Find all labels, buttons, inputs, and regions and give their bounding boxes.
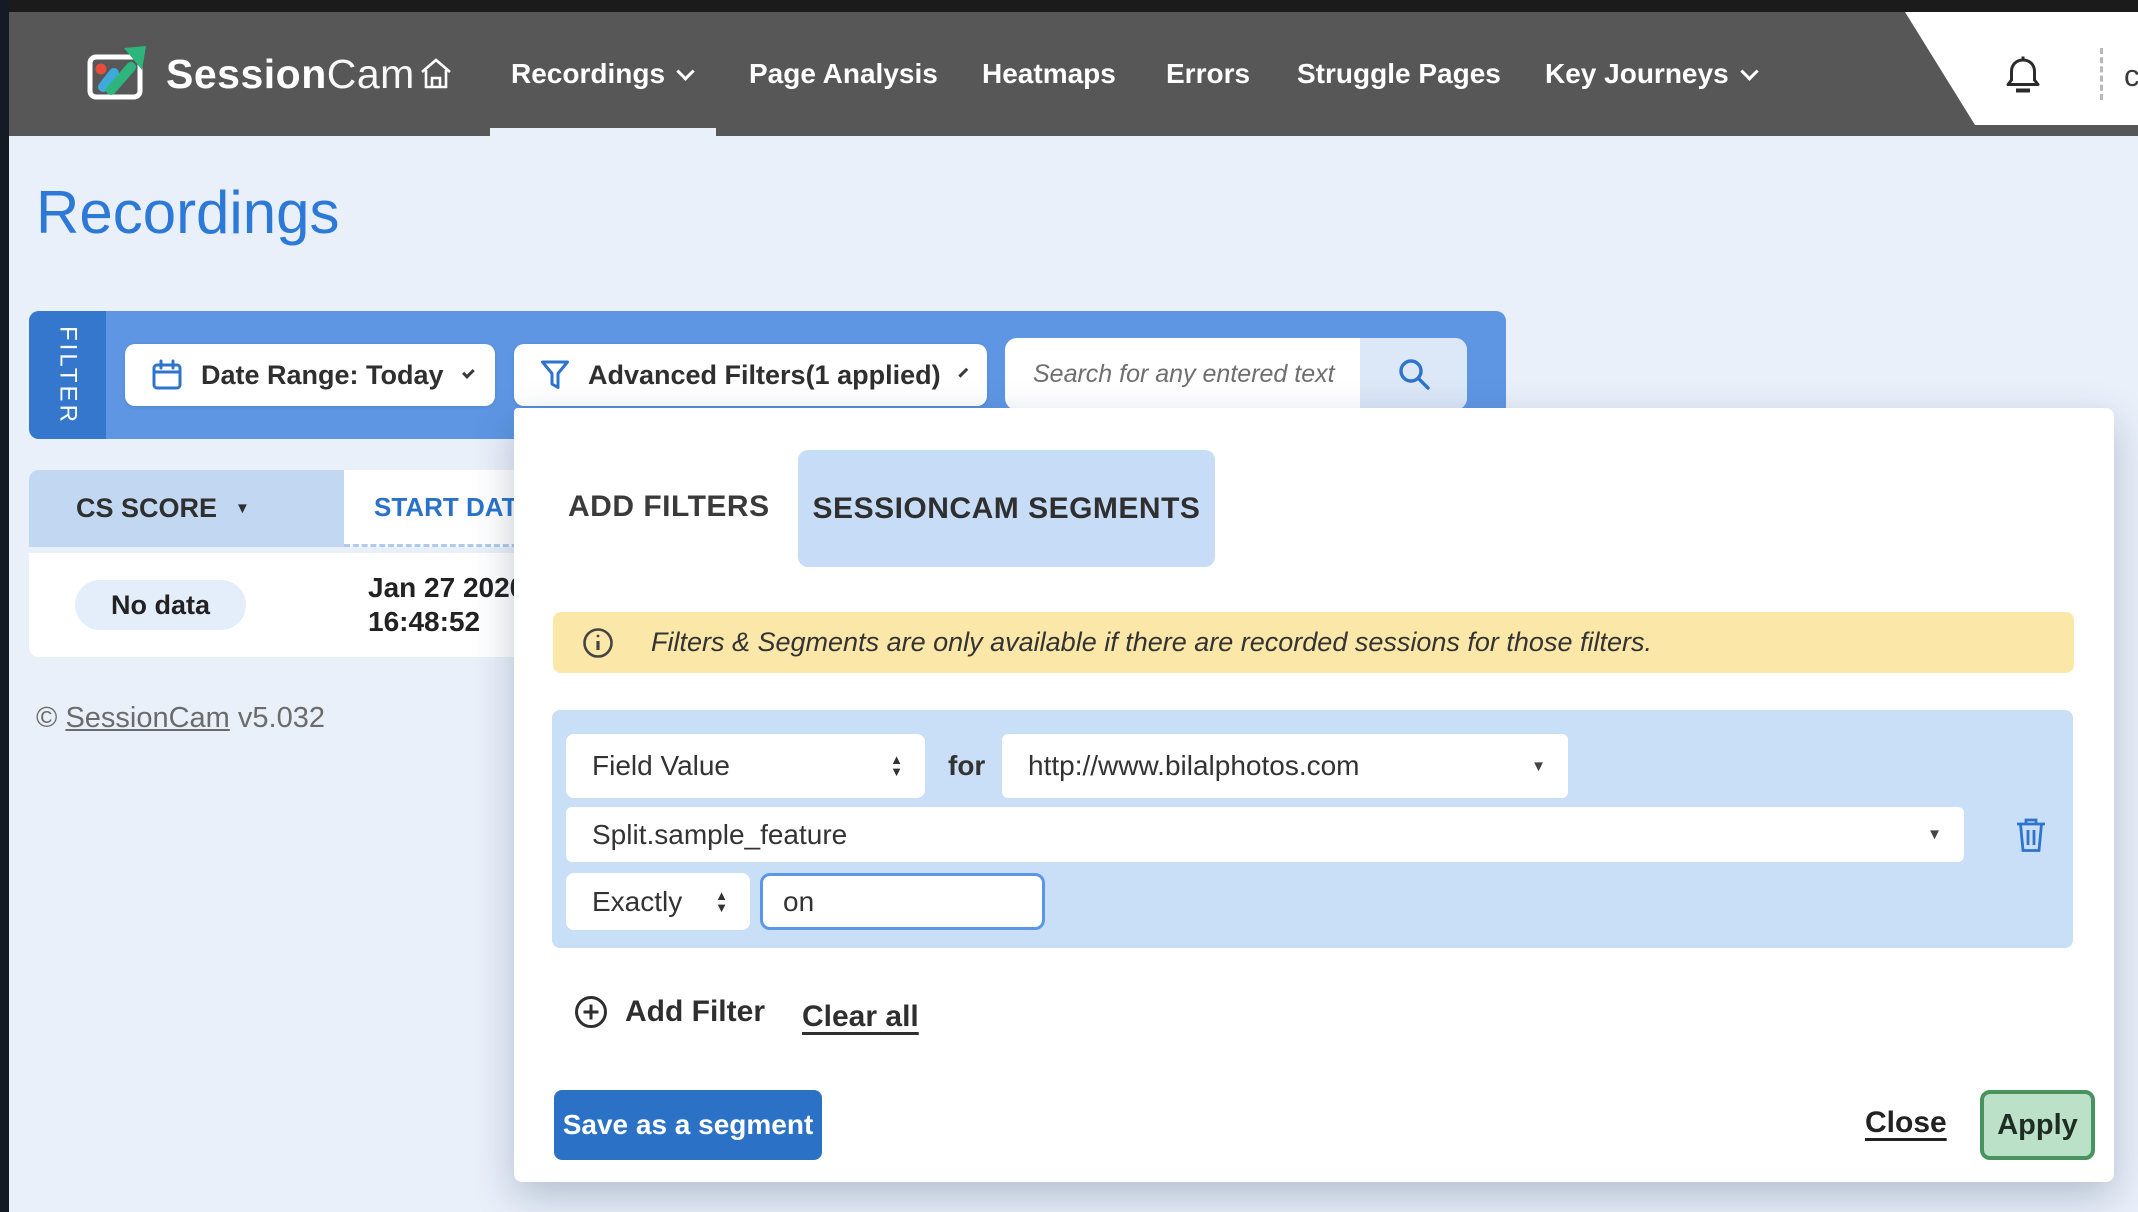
start-date-header-label: START DATE bbox=[374, 492, 535, 523]
browser-left-strip bbox=[0, 0, 9, 1212]
nav-label: Key Journeys bbox=[1545, 58, 1729, 90]
search-submit-button[interactable] bbox=[1360, 338, 1467, 410]
divider bbox=[2100, 48, 2103, 100]
nav-item-recordings[interactable]: Recordings bbox=[511, 58, 692, 90]
save-as-segment-button[interactable]: Save as a segment bbox=[554, 1090, 822, 1160]
nav-label: Page Analysis bbox=[749, 58, 938, 90]
apply-button[interactable]: Apply bbox=[1980, 1090, 2095, 1160]
nav-item-key-journeys[interactable]: Key Journeys bbox=[1545, 58, 1756, 90]
filter-criteria-card: Field Value ▲▼ for http://www.bilalphoto… bbox=[552, 710, 2073, 948]
select-caret-icon: ▼ bbox=[1517, 758, 1546, 775]
chevron-down-icon bbox=[1740, 62, 1758, 80]
nav-home-icon[interactable] bbox=[418, 57, 454, 91]
screen: SessionCam Recordings Page Analysis Heat… bbox=[0, 0, 2138, 1212]
advanced-filters-label: Advanced Filters(1 applied) bbox=[588, 360, 941, 391]
brand-logo[interactable]: SessionCam bbox=[86, 46, 415, 102]
tab-add-filters[interactable]: ADD FILTERS bbox=[568, 490, 770, 524]
calendar-icon bbox=[151, 359, 183, 391]
plus-circle-icon bbox=[573, 994, 609, 1030]
page-title: Recordings bbox=[36, 178, 340, 247]
search-input[interactable] bbox=[1005, 338, 1360, 410]
nav-item-struggle-pages[interactable]: Struggle Pages bbox=[1297, 58, 1501, 90]
browser-top-strip bbox=[0, 0, 2138, 12]
brand-name: SessionCam bbox=[166, 51, 415, 98]
field-type-select[interactable]: Field Value ▲▼ bbox=[566, 734, 925, 798]
date-range-label: Date Range: Today bbox=[201, 360, 444, 391]
for-label: for bbox=[948, 734, 985, 798]
chevron-down-icon bbox=[462, 366, 475, 379]
sessioncam-logo-icon bbox=[86, 46, 150, 102]
notifications-bell-icon[interactable] bbox=[2005, 54, 2041, 96]
top-navbar: SessionCam Recordings Page Analysis Heat… bbox=[0, 12, 2138, 136]
select-caret-icon: ▼ bbox=[1913, 826, 1942, 843]
sort-desc-icon: ▼ bbox=[235, 500, 250, 517]
select-stepper-icon: ▲▼ bbox=[876, 754, 903, 778]
nav-item-errors[interactable]: Errors bbox=[1166, 58, 1250, 90]
segments-tab-label: SESSIONCAM SEGMENTS bbox=[813, 492, 1201, 526]
footer-version: © SessionCam v5.032 bbox=[36, 702, 325, 735]
nav-label: Errors bbox=[1166, 58, 1250, 90]
operator-select[interactable]: Exactly ▲▼ bbox=[566, 873, 750, 930]
table-row[interactable]: No data Jan 27 2020, 16:48:52 bbox=[29, 553, 529, 657]
delete-filter-trash-icon[interactable] bbox=[2014, 816, 2048, 854]
close-link[interactable]: Close bbox=[1865, 1106, 1947, 1140]
chevron-down-icon bbox=[958, 367, 968, 377]
info-banner: Filters & Segments are only available if… bbox=[553, 612, 2074, 673]
nav-label: Heatmaps bbox=[982, 58, 1116, 90]
clear-all-link[interactable]: Clear all bbox=[802, 1000, 919, 1034]
filter-value-input[interactable] bbox=[760, 873, 1045, 930]
chevron-down-icon bbox=[676, 62, 694, 80]
active-nav-underline bbox=[490, 128, 716, 136]
nav-label: Struggle Pages bbox=[1297, 58, 1501, 90]
search-icon bbox=[1396, 356, 1432, 392]
advanced-filters-button[interactable]: Advanced Filters(1 applied) bbox=[514, 344, 987, 406]
start-date-cell: Jan 27 2020, 16:48:52 bbox=[368, 571, 533, 639]
select-stepper-icon: ▲▼ bbox=[701, 890, 728, 914]
cs-score-header-label: CS SCORE bbox=[76, 493, 217, 524]
funnel-icon bbox=[540, 359, 570, 391]
add-filter-label: Add Filter bbox=[625, 995, 765, 1029]
attribute-select[interactable]: Split.sample_feature ▼ bbox=[566, 807, 1964, 862]
info-banner-text: Filters & Segments are only available if… bbox=[651, 627, 1652, 658]
advanced-filters-panel: ADD FILTERS SESSIONCAM SEGMENTS Filters … bbox=[514, 408, 2114, 1182]
date-range-button[interactable]: Date Range: Today bbox=[125, 344, 495, 406]
info-icon bbox=[581, 626, 615, 660]
truncated-account-text[interactable]: c bbox=[2124, 58, 2138, 98]
filter-tab-label: FILTER bbox=[54, 326, 82, 425]
nav-item-page-analysis[interactable]: Page Analysis bbox=[749, 58, 938, 90]
navbar-corner-wedge: c bbox=[1860, 12, 2138, 125]
nav-label: Recordings bbox=[511, 58, 665, 90]
tab-sessioncam-segments[interactable]: SESSIONCAM SEGMENTS bbox=[798, 450, 1215, 567]
column-header-cs-score[interactable]: CS SCORE ▼ bbox=[29, 470, 344, 547]
sessioncam-footer-link[interactable]: SessionCam bbox=[65, 702, 229, 734]
nav-item-heatmaps[interactable]: Heatmaps bbox=[982, 58, 1116, 90]
filter-vertical-tab[interactable]: FILTER bbox=[29, 311, 106, 439]
cs-score-badge: No data bbox=[75, 580, 246, 630]
search-box bbox=[1005, 338, 1467, 410]
add-filter-button[interactable]: Add Filter bbox=[573, 994, 765, 1030]
site-select[interactable]: http://www.bilalphotos.com ▼ bbox=[1002, 734, 1568, 798]
